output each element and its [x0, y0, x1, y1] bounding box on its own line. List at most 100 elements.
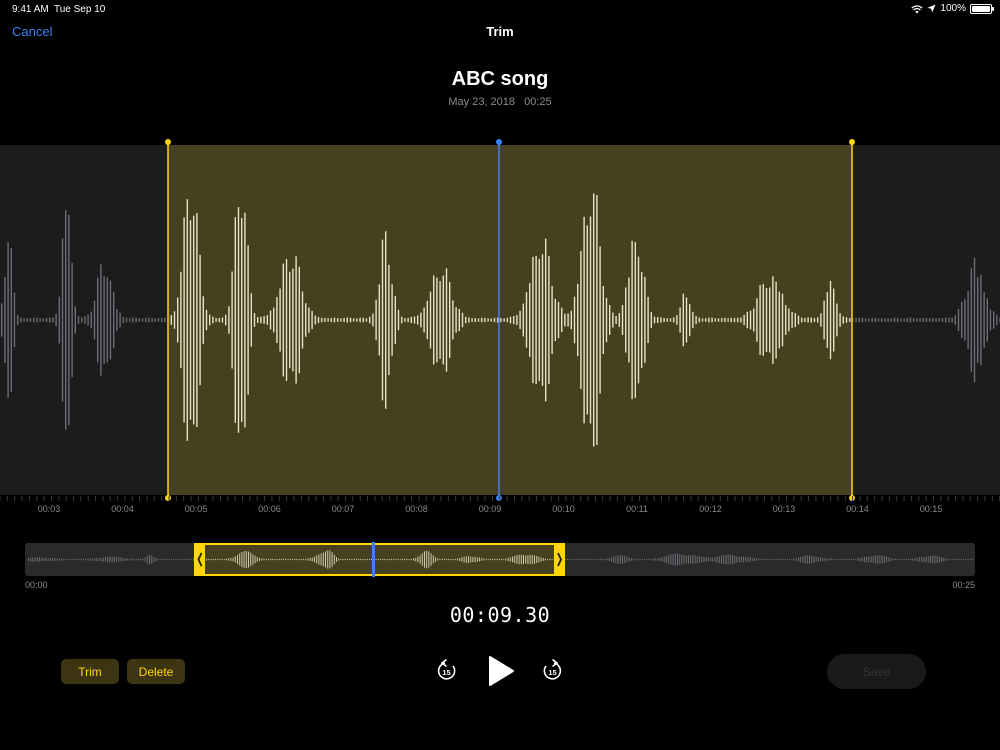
overview-bar	[404, 558, 406, 561]
overview-bar	[903, 558, 905, 561]
waveform-editor[interactable]: 00:03 00:04 00:05 00:06 00:07 00:08 00:09 00:10…	[0, 135, 1000, 520]
waveform-bar	[349, 317, 352, 323]
waveform-bar	[132, 317, 134, 323]
waveform-bar	[193, 215, 195, 425]
waveform-bar	[641, 272, 643, 368]
overview-bar	[501, 558, 502, 561]
waveform-bar	[164, 317, 166, 323]
overview-bar	[179, 558, 181, 561]
waveform-bar	[279, 288, 281, 352]
overview-bar	[267, 558, 269, 561]
overview-bar	[241, 552, 243, 567]
waveform-bar	[596, 194, 598, 445]
overview-left-grip[interactable]	[194, 543, 205, 576]
waveform-bar	[493, 317, 496, 323]
overview-bar	[960, 558, 962, 561]
overview-bar	[648, 558, 650, 561]
overview-bar	[298, 558, 300, 561]
timeline-tick-label: 00:09	[479, 504, 502, 514]
trim-button[interactable]: Trim	[61, 659, 119, 684]
trim-start-handle-bottom[interactable]	[165, 495, 171, 501]
trim-start-handle-top[interactable]	[165, 139, 171, 145]
waveform-bar	[580, 251, 582, 389]
overview-bar	[925, 556, 927, 563]
overview-bar	[637, 558, 639, 561]
overview-bar	[727, 554, 729, 565]
overview-bar	[118, 557, 120, 562]
overview-bar	[921, 557, 923, 562]
overview-bar	[520, 554, 522, 565]
overview-bar	[272, 558, 274, 561]
overview-bar	[813, 556, 815, 563]
waveform-bar	[148, 317, 150, 323]
waveform-bar	[804, 317, 806, 322]
waveform-bar	[49, 317, 51, 323]
waveform-bar	[705, 318, 707, 322]
waveform-bar	[522, 303, 524, 337]
waveform-bar	[55, 313, 57, 327]
waveform-bar	[887, 318, 889, 322]
overview-bar	[875, 555, 876, 564]
waveform-bar	[743, 314, 745, 326]
overview-bar	[602, 558, 604, 561]
overview-bar	[773, 558, 775, 561]
overview-bar	[567, 558, 568, 561]
waveform-bar	[81, 317, 83, 323]
overview-bar	[529, 554, 531, 565]
waveform-bar	[413, 316, 416, 324]
overview-bar	[650, 558, 652, 561]
playhead-top[interactable]	[496, 139, 502, 145]
waveform-bar	[45, 317, 48, 323]
overview-bar	[219, 558, 221, 561]
overview-bar	[710, 557, 711, 562]
play-button[interactable]	[486, 655, 516, 687]
overview-bar	[641, 558, 643, 561]
skip-back-15-button[interactable]: 15	[434, 654, 460, 688]
overview-bar	[762, 558, 764, 561]
overview-selection[interactable]	[194, 543, 565, 576]
save-button[interactable]: Save	[827, 654, 926, 689]
waveform-bar	[609, 305, 611, 335]
overview-bar	[597, 558, 599, 561]
waveform-bar	[471, 318, 473, 322]
playhead-bottom[interactable]	[496, 495, 502, 501]
overview-bar	[894, 558, 896, 561]
overview-bar	[54, 558, 56, 561]
delete-button[interactable]: Delete	[127, 659, 185, 684]
overview-bar	[45, 558, 47, 561]
overview-bar	[782, 558, 784, 561]
waveform-bar	[481, 317, 483, 323]
waveform-bar	[455, 307, 457, 333]
waveform-bar	[695, 315, 697, 325]
overview-bar	[846, 558, 848, 561]
waveform-bar	[103, 276, 105, 364]
waveform-bar	[353, 318, 355, 322]
waveform-bar	[237, 207, 240, 433]
overview-right-grip[interactable]	[554, 543, 565, 576]
overview-bar	[927, 556, 929, 563]
overview-bar	[76, 558, 78, 561]
trim-end-handle-bottom[interactable]	[849, 495, 855, 501]
trim-end-handle-top[interactable]	[849, 139, 855, 145]
overview-bar	[80, 558, 82, 561]
overview-bar	[94, 558, 95, 561]
overview-bar	[67, 558, 69, 561]
waveform-bar	[225, 314, 227, 326]
waveform-bar	[647, 296, 649, 344]
waveform-bar	[660, 317, 662, 323]
skip-forward-15-button[interactable]: 15	[539, 654, 565, 688]
waveform-bar	[378, 284, 380, 356]
overview-playhead[interactable]	[372, 542, 375, 577]
overview-bar	[193, 558, 194, 561]
waveform-bar	[186, 199, 188, 441]
overview-bar	[780, 558, 782, 561]
overview-bar	[630, 558, 632, 561]
waveform-bar	[644, 277, 646, 363]
overview-bar	[259, 558, 260, 561]
overview-bar	[210, 558, 212, 561]
timeline-tick-label: 00:13	[773, 504, 796, 514]
overview-bar	[171, 558, 172, 561]
waveform-bar	[39, 318, 41, 322]
waveform-bar	[484, 317, 486, 323]
overview-scrubber[interactable]	[0, 535, 1000, 580]
